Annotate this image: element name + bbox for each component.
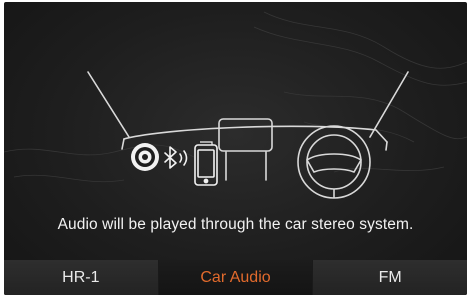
bluetooth-icon [164,146,188,169]
tab-car-audio[interactable]: Car Audio [158,260,314,295]
speaker-icon [131,143,159,171]
audio-source-tab-bar: HR-1 Car Audio FM [4,260,467,295]
head-unit-display-icon [218,118,273,152]
smartphone-icon [194,141,218,186]
tab-hr-1[interactable]: HR-1 [4,260,159,295]
left-pillar [87,71,130,138]
tab-fm[interactable]: FM [313,260,467,295]
right-pillar [369,71,409,138]
audio-output-screen: Audio will be played through the car ste… [4,2,467,295]
steering-wheel-icon [297,125,371,199]
audio-route-message: Audio will be played through the car ste… [57,216,414,233]
